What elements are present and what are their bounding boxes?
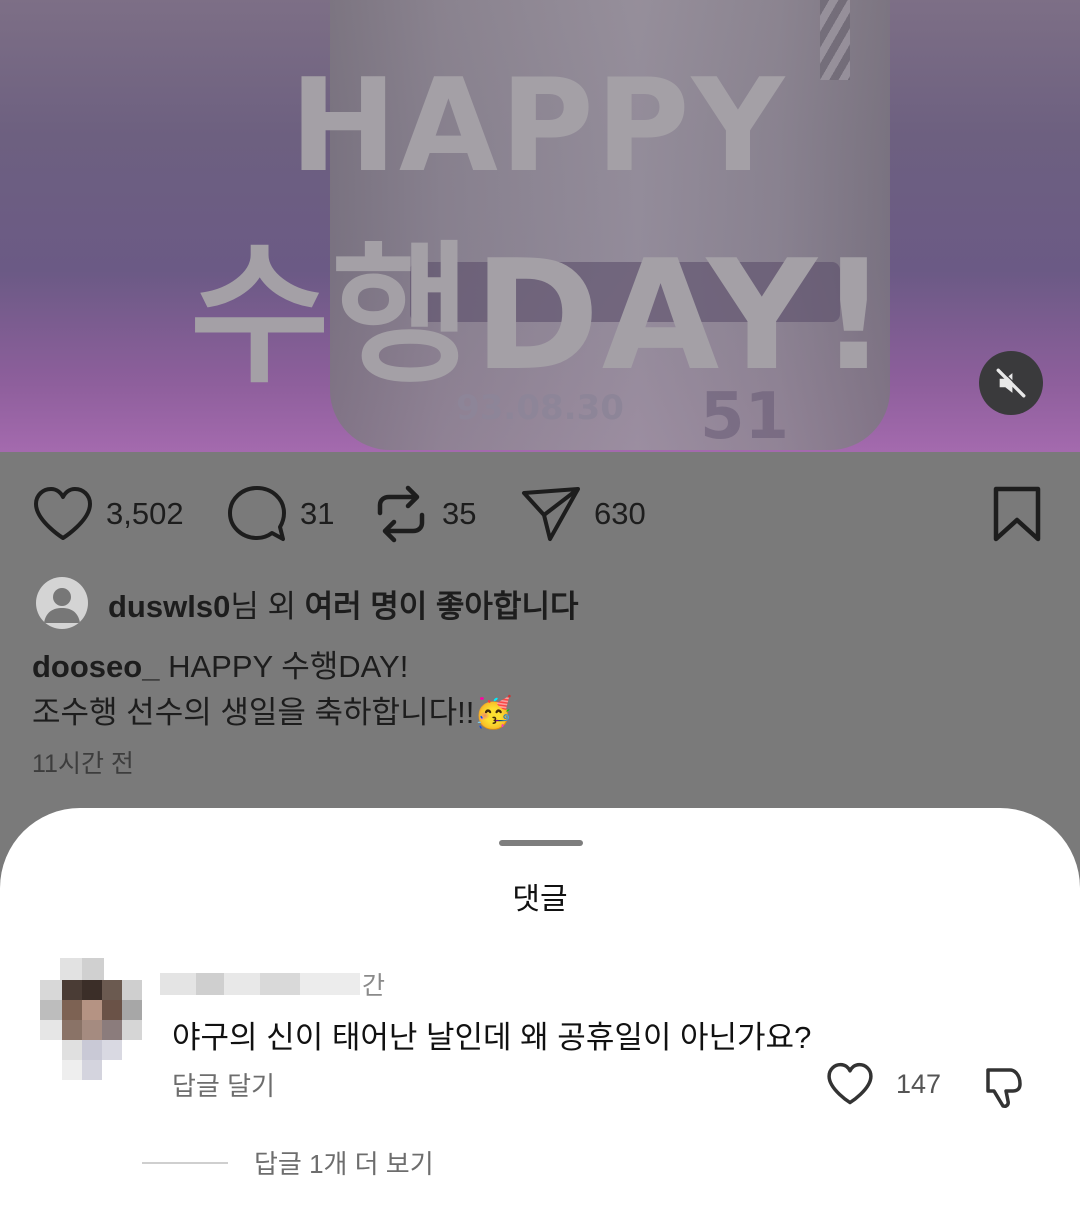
mute-button[interactable] — [979, 351, 1043, 415]
post-caption: dooseo_ HAPPY 수행DAY! 조수행 선수의 생일을 축하합니다!!… — [32, 644, 513, 736]
bookmark-button[interactable] — [990, 478, 1044, 550]
reply-button[interactable]: 답글 달기 — [172, 1066, 275, 1103]
share-count: 630 — [594, 496, 646, 531]
like-count: 3,502 — [106, 496, 184, 531]
media-headline-2: 수행DAY! — [189, 227, 891, 404]
commenter-avatar[interactable] — [40, 958, 144, 1082]
comment-like-button[interactable]: 147 — [826, 1062, 941, 1106]
post-action-bar: 3,502 31 35 630 — [0, 478, 1080, 550]
liked-by-row[interactable]: duswls0님 외 여러 명이 좋아합니다 — [36, 576, 579, 630]
redacted-username[interactable] — [160, 973, 360, 995]
liked-by-text: duswls0님 외 여러 명이 좋아합니다 — [108, 581, 579, 626]
thumbs-down-icon — [986, 1068, 1022, 1108]
sheet-title: 댓글 — [512, 883, 568, 916]
share-button[interactable]: 630 — [520, 478, 646, 550]
party-face-emoji: 🥳 — [474, 695, 513, 730]
comment-text: 야구의 신이 태어난 날인데 왜 공휴일이 아닌가요? — [172, 1020, 812, 1055]
drag-handle[interactable] — [499, 840, 583, 846]
post-media[interactable]: 51 HAPPY 수행DAY! 93.08.30 — [0, 0, 1080, 452]
media-date: 93.08.30 — [456, 388, 624, 428]
caption-line-1: HAPPY 수행DAY! — [168, 649, 409, 684]
repost-count: 35 — [442, 496, 477, 531]
send-icon — [522, 487, 580, 541]
liked-by-user[interactable]: duswls0 — [108, 589, 230, 624]
comment-dislike-button[interactable] — [980, 1064, 1026, 1114]
like-button[interactable]: 3,502 — [32, 478, 184, 550]
comment-count: 31 — [300, 496, 335, 531]
caption-line-2: 조수행 선수의 생일을 축하합니다!! — [32, 695, 475, 730]
comment-like-count: 147 — [896, 1068, 942, 1099]
default-user-icon — [44, 588, 80, 623]
caption-username[interactable]: dooseo_ — [32, 649, 159, 684]
post-time: 11시간 전 — [32, 750, 134, 778]
repost-button[interactable]: 35 — [372, 478, 476, 550]
repost-icon — [377, 485, 425, 543]
media-headline-1: HAPPY — [289, 52, 787, 201]
speaker-muted-icon — [996, 368, 1026, 398]
liked-by-others[interactable]: 여러 명이 좋아합니다 — [305, 589, 579, 624]
view-more-replies[interactable]: 답글 1개 더 보기 — [142, 1144, 434, 1181]
view-more-replies-label: 답글 1개 더 보기 — [254, 1149, 434, 1179]
comments-sheet: 댓글 간 야구의 신이 태어난 날인데 왜 공휴일이 아닌가요? 답글 달기 1… — [0, 808, 1080, 1208]
liked-by-suffix: 님 외 — [230, 588, 305, 624]
comment-time: 간 — [362, 972, 386, 1000]
avatar — [36, 577, 88, 629]
comment-meta: 간 — [160, 968, 385, 1000]
heart-icon — [827, 1062, 873, 1105]
bookmark-icon — [993, 486, 1041, 542]
divider — [142, 1161, 228, 1164]
comment-button[interactable]: 31 — [226, 478, 334, 550]
heart-icon — [34, 487, 92, 540]
comment-bubble-icon — [228, 486, 286, 541]
